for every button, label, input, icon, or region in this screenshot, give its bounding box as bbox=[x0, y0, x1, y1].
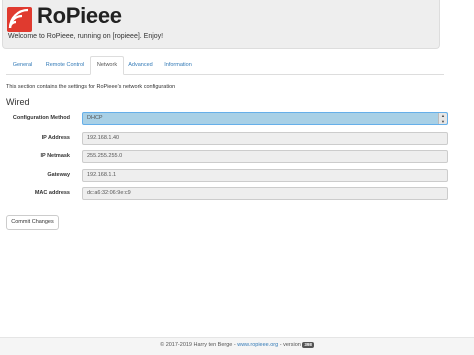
section-title-wired: Wired bbox=[6, 97, 30, 107]
version-badge: 398 bbox=[302, 342, 314, 348]
mac-address-label: MAC address bbox=[34, 190, 70, 196]
footer-version-prefix: - version bbox=[278, 342, 303, 348]
commit-changes-button[interactable]: Commit Changes bbox=[6, 215, 59, 230]
tab-general[interactable]: General bbox=[6, 57, 39, 73]
footer-website-link[interactable]: www.ropieee.org bbox=[237, 342, 278, 348]
ip-address-row: IP Address 192.168.1.40 bbox=[0, 132, 474, 145]
tab-advanced[interactable]: Advanced bbox=[124, 57, 157, 73]
ip-netmask-label: IP Netmask bbox=[40, 153, 70, 159]
select-arrows-icon: ▲ ▼ bbox=[438, 113, 447, 124]
ip-netmask-field[interactable]: 255.255.255.0 bbox=[82, 150, 448, 163]
ip-address-field[interactable]: 192.168.1.40 bbox=[82, 132, 448, 145]
tab-network[interactable]: Network bbox=[90, 56, 124, 75]
header-banner: RoPieee Welcome to RoPieee, running on [… bbox=[2, 0, 440, 49]
gateway-row: Gateway 192.168.1.1 bbox=[0, 169, 474, 182]
tab-remote-control[interactable]: Remote Control bbox=[41, 57, 89, 73]
raspberry-logo-icon bbox=[7, 7, 32, 32]
ip-netmask-row: IP Netmask 255.255.255.0 bbox=[0, 150, 474, 163]
footer: © 2017-2019 Harry ten Berge - www.ropiee… bbox=[0, 337, 474, 355]
footer-copyright: © 2017-2019 Harry ten Berge - bbox=[160, 342, 238, 348]
tab-information[interactable]: Information bbox=[160, 57, 196, 73]
gateway-label: Gateway bbox=[47, 172, 70, 178]
config-method-label: Configuration Method bbox=[12, 115, 70, 121]
mac-address-row: MAC address dc:a6:32:06:9e:c9 bbox=[0, 187, 474, 200]
brand-title: RoPieee bbox=[37, 3, 122, 28]
settings-tabs: General Remote Control Network Advanced … bbox=[6, 56, 444, 75]
section-description: This section contains the settings for R… bbox=[6, 84, 176, 90]
gateway-field[interactable]: 192.168.1.1 bbox=[82, 169, 448, 182]
config-method-select[interactable]: DHCP ▲ ▼ bbox=[82, 112, 448, 125]
config-method-row: Configuration Method DHCP ▲ ▼ bbox=[0, 112, 474, 125]
ip-address-label: IP Address bbox=[41, 135, 70, 141]
config-method-value: DHCP bbox=[87, 115, 103, 121]
welcome-text: Welcome to RoPieee, running on [ropieee]… bbox=[8, 33, 164, 40]
mac-address-field[interactable]: dc:a6:32:06:9e:c9 bbox=[82, 187, 448, 200]
